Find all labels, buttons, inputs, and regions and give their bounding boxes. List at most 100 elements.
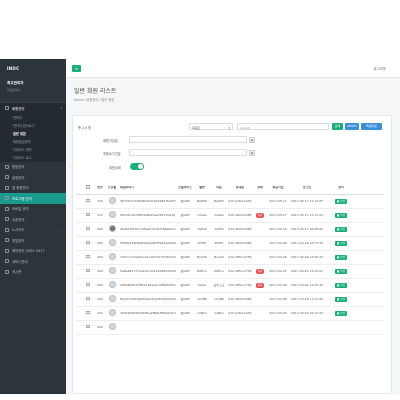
table-row[interactable]: 304 d33ccc7/4a2b5ce1c2f2237d7d5b0131_M 웹/A… [76, 251, 384, 265]
nav-item-app-member[interactable]: 앱 회원관리 ‹ [0, 183, 66, 194]
sub-item-member-grade[interactable]: 회원등급관리 [0, 137, 66, 146]
reset-button[interactable]: RESET [345, 123, 359, 130]
chevron-left-icon: ‹ [60, 227, 62, 232]
sub-item-admin[interactable]: 관리자 [0, 113, 66, 122]
cell-joined: 2017-02-21 [269, 269, 287, 273]
cell-nickname: BetQ5i [196, 199, 208, 203]
checkbox[interactable] [86, 268, 90, 273]
table-row[interactable]: 305 53f9fa152fdb819bbe0af7f9424a504a_M 웹/A… [76, 237, 384, 251]
checkbox[interactable] [86, 324, 90, 329]
join-date-label: 회원가입일 [103, 139, 118, 143]
nav-item-program[interactable]: 프로그램 관리 ‹ [0, 193, 66, 204]
table-row[interactable]: 316 3875707cb99c8b203162228d7fa257_M 웹/APP… [76, 195, 384, 209]
cell-name: n0nBfj [214, 297, 224, 301]
calendar-icon[interactable]: ▦ [249, 149, 255, 156]
cell-actions: ■ 수정 [326, 310, 356, 317]
cell-checkbox[interactable] [82, 212, 94, 218]
calendar-icon[interactable]: ▦ [249, 136, 255, 143]
checkbox[interactable] [86, 185, 90, 189]
cell-checkbox[interactable] [82, 254, 94, 260]
nav-item-coupon[interactable]: 쿠폰관리 ‹ [0, 214, 66, 225]
edit-button[interactable]: ■ 수정 [335, 198, 347, 205]
sub-item-device[interactable]: 디바이스 관리 [0, 145, 66, 154]
table-row[interactable]: 303 5a6a48d7713e1bdc1d11b3562220213_M 웹/AP… [76, 265, 384, 279]
avatar [108, 295, 116, 303]
edit-button[interactable]: ■ 수정 [335, 240, 347, 247]
sub-item-device-log[interactable]: 디바이스 로그 [0, 153, 66, 162]
checkbox[interactable] [86, 310, 90, 315]
table-row[interactable]: 241 4031093b5bb6f4f1e2f8a67f65b0d1354c_M 웹… [76, 307, 384, 321]
edit-button[interactable]: ■ 수정 [335, 268, 347, 275]
gear-icon [5, 175, 9, 180]
cell-joined: 2017-03-28 [269, 283, 287, 287]
cell-phone: 010-3851-2756 [228, 269, 252, 273]
checkbox[interactable] [86, 296, 90, 301]
cell-checkbox[interactable] [82, 198, 94, 204]
cell-checkbox[interactable] [82, 310, 94, 316]
cell-name: Orabe [214, 213, 224, 217]
nav-item-sales[interactable]: 영업관리 ‹ [0, 235, 66, 246]
search-button[interactable]: 검색 [332, 123, 343, 130]
nav-item-board[interactable]: 게시판 ‹ [0, 267, 66, 278]
checkbox[interactable] [86, 226, 90, 231]
nav-item-seminar[interactable]: 세미나관리 ‹ [0, 256, 66, 267]
search-field-select[interactable]: 회원모 ▾ [189, 123, 233, 130]
nav-item-card[interactable]: 노사카드 ‹ [0, 225, 66, 236]
checkbox[interactable] [86, 254, 90, 259]
excel-download-button[interactable]: 엑셀다운 [361, 123, 382, 130]
cell-name: 윤줄고조 [213, 283, 225, 287]
menu-toggle-button[interactable]: ≡ [72, 65, 81, 72]
cell-checkbox[interactable] [82, 226, 94, 232]
cell-checkbox[interactable] [82, 324, 94, 330]
avatar [108, 267, 116, 275]
cell-nickname: BoxOS [197, 255, 207, 259]
edit-button[interactable]: ■ 수정 [335, 254, 347, 261]
cell-profile [106, 281, 118, 290]
join-date-input[interactable] [129, 136, 247, 143]
cell-profile [106, 239, 118, 248]
search-input[interactable]: Search [237, 123, 329, 130]
cell-profile [106, 295, 118, 304]
last-login-input[interactable] [129, 149, 247, 156]
nav-item-reservation[interactable]: 예약관리 서비스 2017 ‹ [0, 246, 66, 257]
checkbox[interactable] [86, 198, 90, 203]
sub-item-general-member[interactable]: 일반 회원 [0, 129, 66, 138]
logout-link[interactable]: 로그아웃 [374, 66, 386, 71]
edit-button[interactable]: ■ 수정 [335, 282, 347, 289]
cell-checkbox[interactable] [82, 282, 94, 288]
chevron-down-icon: ▾ [228, 125, 230, 130]
cell-name: EOficu [214, 269, 224, 273]
table-row[interactable]: 315 9b5d5cdb1f6f5d48e55ae28271b518_M 웹/APP… [76, 209, 384, 223]
cell-joined: 2017-03-28 [269, 297, 287, 301]
avatar [108, 211, 116, 219]
header-cell: 휴대폰 [235, 186, 245, 190]
header-checkbox[interactable] [82, 185, 94, 190]
cell-checkbox[interactable] [82, 240, 94, 246]
edit-button[interactable]: ■ 수정 [335, 226, 347, 233]
nav-item-collab[interactable]: 협업관리 ‹ [0, 162, 66, 173]
nav-item-settings[interactable]: 설정관리 ‹ [0, 172, 66, 183]
cell-checkbox[interactable] [82, 268, 94, 274]
cell-checkbox[interactable] [82, 296, 94, 302]
edit-button[interactable]: ■ 수정 [335, 296, 347, 303]
edit-button[interactable]: ■ 수정 [335, 310, 347, 317]
status-toggle[interactable] [130, 163, 144, 170]
edit-button[interactable]: ■ 수정 [335, 212, 347, 219]
header-cell: 회원가입 [272, 186, 284, 190]
table-row[interactable]: 243 f8e1b7cb6c6a5f2ab15e1fb11b5b2b69_M 웹/A… [76, 293, 384, 307]
branch-selector[interactable]: 지점선택 ▾ [7, 88, 66, 92]
sub-item-admin-log[interactable]: 관리자 접속로그 [0, 121, 66, 130]
nav-member-management[interactable]: 회원관리 ▾ [0, 103, 66, 114]
chevron-left-icon: ‹ [60, 248, 62, 253]
checkbox[interactable] [86, 282, 90, 287]
table-row[interactable]: 299 a5628d5b478f1b1e5e1ec3560550016_M 웹/AP… [76, 279, 384, 293]
checkbox[interactable] [86, 240, 90, 245]
mobile-icon [5, 206, 9, 211]
checkbox[interactable] [86, 212, 90, 217]
table-row[interactable]: 240 [76, 321, 384, 335]
cell-actions: ■ 수정 [326, 240, 356, 247]
header-cell: 프로필 [107, 186, 117, 190]
table-row[interactable]: 306 4ba6740f7b7c05ae5701bd768ebb2196_M 웹/A… [76, 223, 384, 237]
nav-item-mobile[interactable]: 모바일 관리 ‹ [0, 204, 66, 215]
profile-block[interactable]: 최고관리자 지점선택 ▾ [0, 78, 66, 103]
